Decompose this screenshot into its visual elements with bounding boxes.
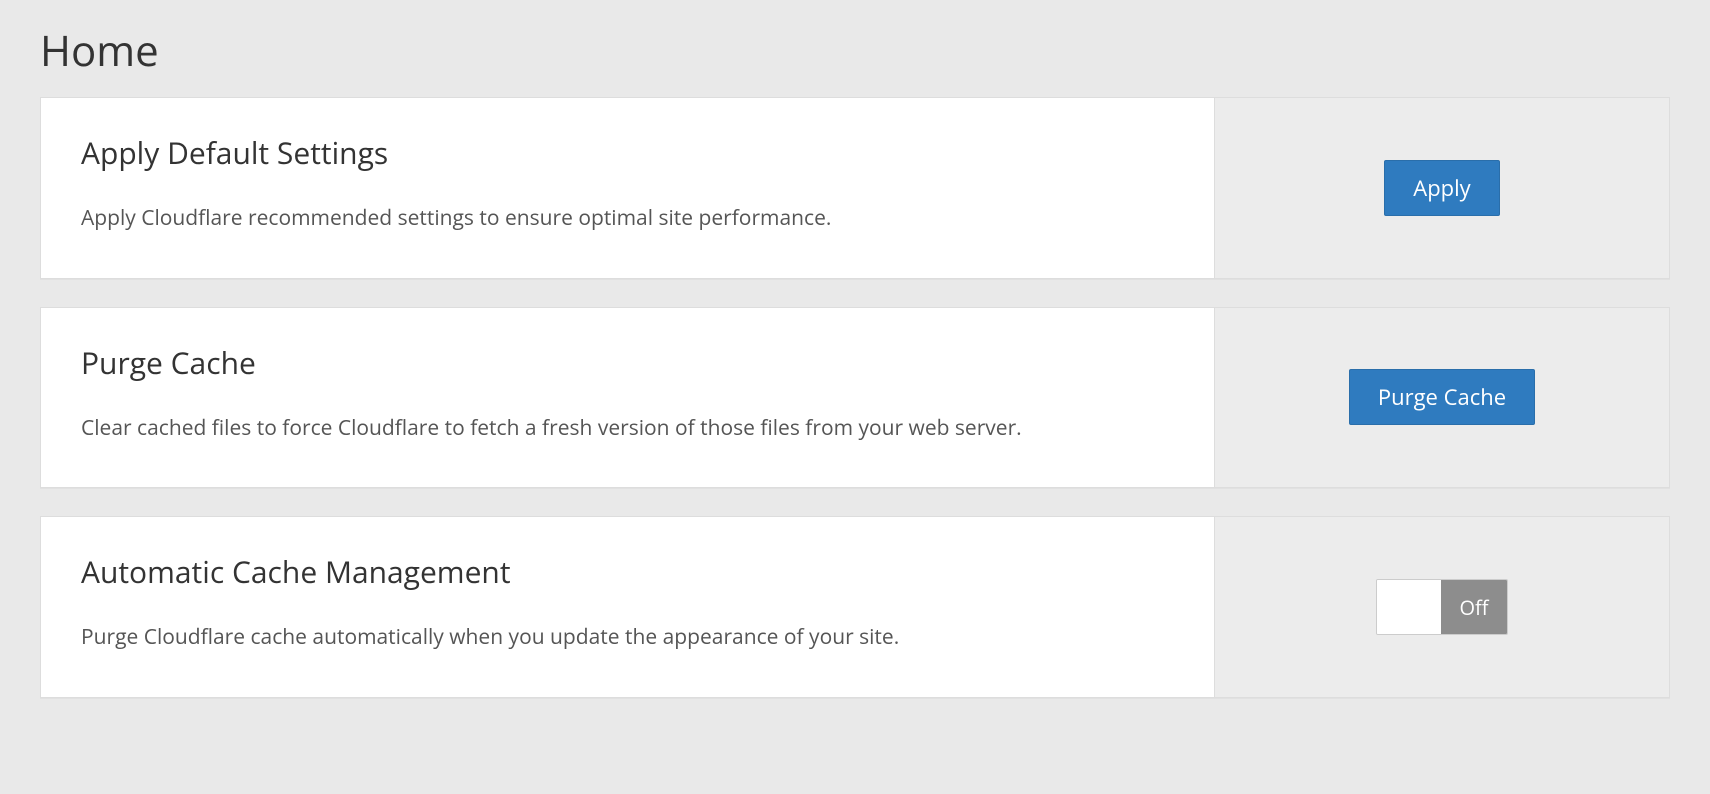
card-content: Purge Cache Clear cached files to force … [41,308,1214,488]
card-description: Apply Cloudflare recommended settings to… [81,201,1041,236]
card-automatic-cache-management: Automatic Cache Management Purge Cloudfl… [40,516,1670,698]
cards-container: Apply Default Settings Apply Cloudflare … [0,97,1710,698]
apply-button[interactable]: Apply [1384,160,1499,216]
card-content: Automatic Cache Management Purge Cloudfl… [41,517,1214,697]
toggle-knob-icon [1377,580,1441,634]
card-content: Apply Default Settings Apply Cloudflare … [41,98,1214,278]
card-purge-cache: Purge Cache Clear cached files to force … [40,307,1670,489]
card-action-area: Apply [1214,98,1669,278]
card-description: Purge Cloudflare cache automatically whe… [81,620,1041,655]
card-action-area: Purge Cache [1214,308,1669,488]
card-action-area: Off [1214,517,1669,697]
purge-cache-button[interactable]: Purge Cache [1349,369,1535,425]
card-apply-default-settings: Apply Default Settings Apply Cloudflare … [40,97,1670,279]
card-heading: Automatic Cache Management [81,551,1174,592]
toggle-state-label: Off [1441,580,1506,634]
card-heading: Purge Cache [81,342,1174,383]
page-title: Home [0,0,1710,97]
settings-home-page: Home Apply Default Settings Apply Cloudf… [0,0,1710,728]
card-description: Clear cached files to force Cloudflare t… [81,411,1041,446]
card-heading: Apply Default Settings [81,132,1174,173]
auto-cache-toggle[interactable]: Off [1376,579,1507,635]
